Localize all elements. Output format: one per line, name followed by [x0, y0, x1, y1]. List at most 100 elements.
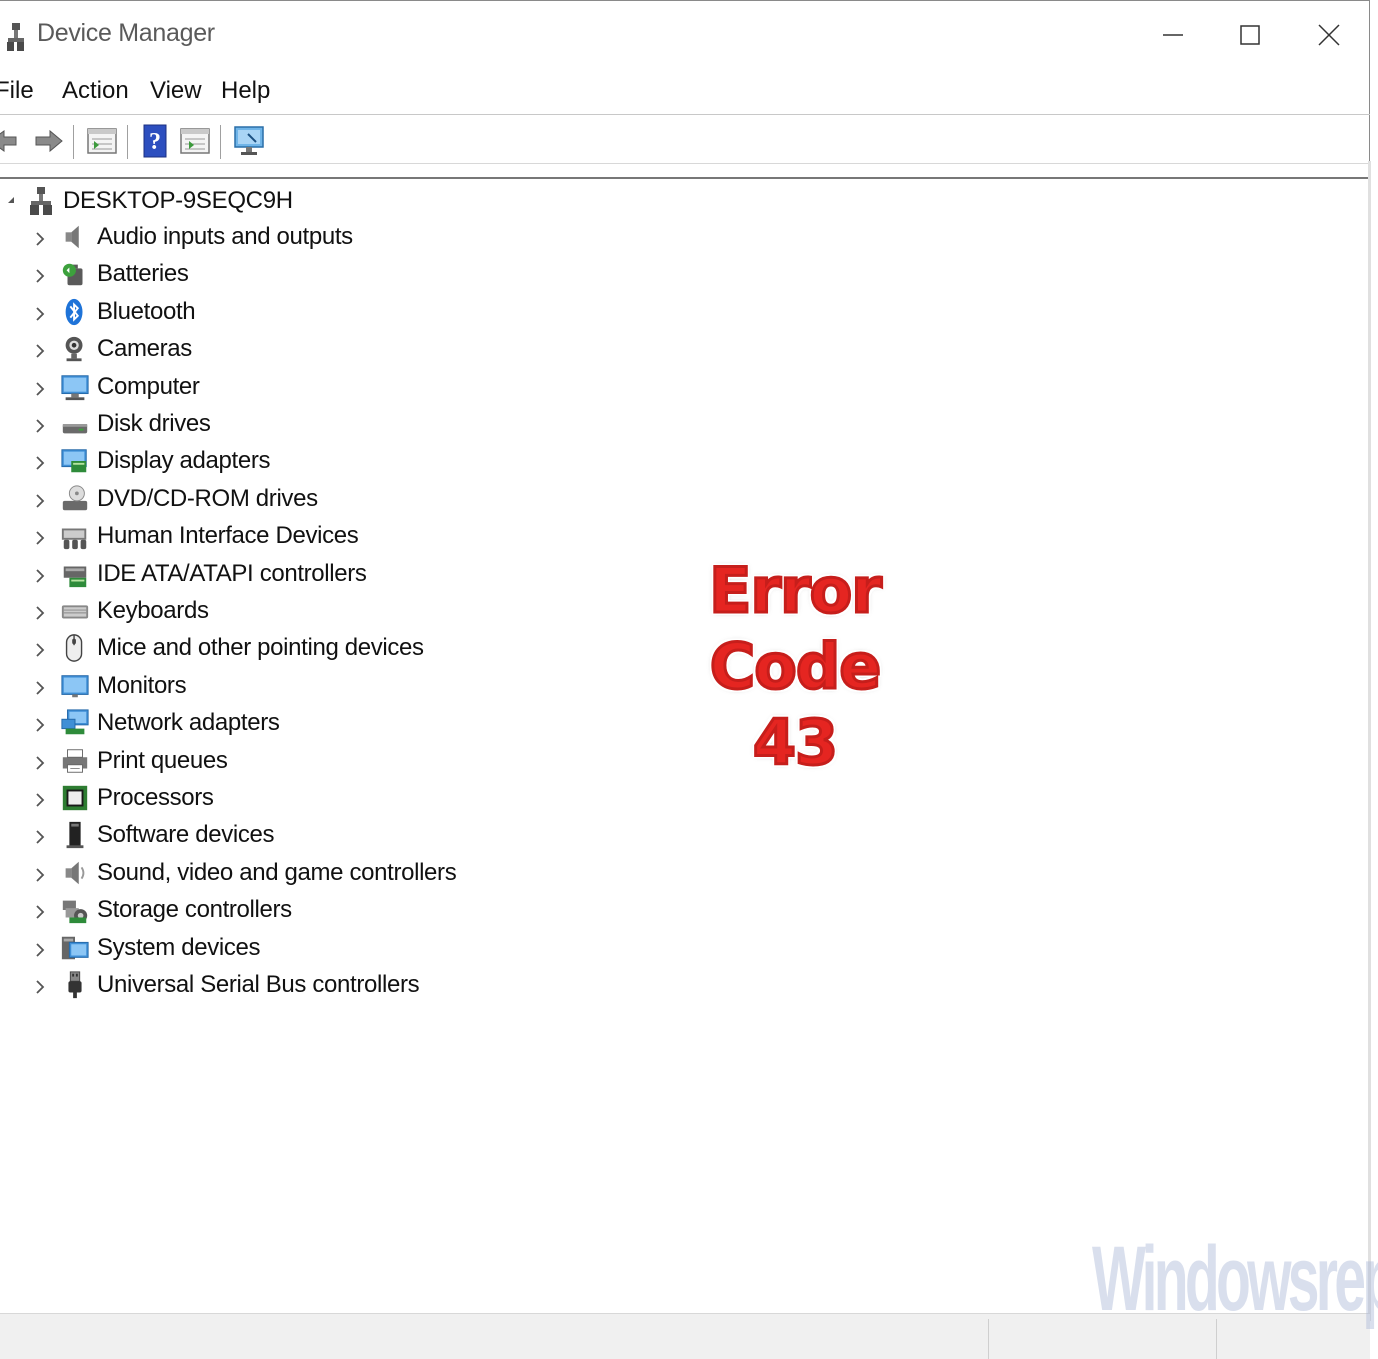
tree-node[interactable]: System devices	[0, 930, 500, 966]
hid-icon	[61, 528, 87, 550]
update-driver-button[interactable]	[179, 123, 211, 159]
maximize-button[interactable]	[1219, 9, 1281, 61]
chevron-right-icon[interactable]	[33, 678, 47, 698]
chevron-right-icon[interactable]	[33, 229, 47, 249]
computer-root-icon	[30, 187, 52, 215]
tree-node-label: Computer	[97, 372, 200, 400]
close-button[interactable]	[1298, 9, 1360, 61]
chevron-right-icon[interactable]	[33, 902, 47, 922]
network-adapter-icon	[61, 709, 89, 735]
tree-node[interactable]: Sound, video and game controllers	[0, 855, 500, 891]
ide-controller-icon	[63, 566, 87, 587]
tree-node[interactable]: Monitors	[0, 668, 500, 704]
toolbar-divider	[0, 163, 1370, 164]
update-driver-icon	[180, 128, 210, 154]
help-icon: ?	[143, 124, 167, 158]
properties-icon	[87, 128, 117, 154]
chevron-right-icon[interactable]	[33, 977, 47, 997]
overlay-line-error: Error	[708, 553, 884, 629]
chevron-right-icon[interactable]	[33, 566, 47, 586]
svg-text:?: ?	[149, 129, 161, 155]
chevron-right-icon[interactable]	[33, 790, 47, 810]
watermark-text: Windowsreport	[1092, 1228, 1378, 1330]
status-bar-divider	[988, 1319, 989, 1359]
chevron-right-icon[interactable]	[33, 453, 47, 473]
chevron-right-icon[interactable]	[33, 865, 47, 885]
tree-node[interactable]: Mice and other pointing devices	[0, 630, 500, 666]
tree-node[interactable]: Keyboards	[0, 593, 500, 629]
disk-drive-icon	[62, 424, 88, 434]
tree-node[interactable]: Processors	[0, 780, 500, 816]
tree-node-label: Display adapters	[97, 447, 271, 475]
toolbar-separator	[73, 125, 74, 159]
menu-help[interactable]: Help	[221, 77, 270, 105]
dvd-drive-icon	[62, 485, 88, 511]
forward-button[interactable]	[34, 123, 64, 159]
chevron-right-icon[interactable]	[33, 603, 47, 623]
minimize-button[interactable]	[1142, 9, 1204, 61]
tree-node[interactable]: Universal Serial Bus controllers	[0, 967, 500, 1003]
chevron-right-icon[interactable]	[33, 304, 47, 324]
toolbar-separator	[127, 125, 128, 159]
chevron-right-icon[interactable]	[33, 827, 47, 847]
chevron-right-icon[interactable]	[33, 940, 47, 960]
computer-icon	[61, 374, 89, 400]
system-devices-icon	[61, 936, 89, 959]
menu-action[interactable]: Action	[62, 77, 129, 105]
tree-node[interactable]: Computer	[0, 369, 500, 405]
tree-node[interactable]: Software devices	[0, 817, 500, 853]
chevron-right-icon[interactable]	[33, 715, 47, 735]
tree-root-computer[interactable]: DESKTOP-9SEQC9H	[0, 183, 400, 219]
tree-node-label: Sound, video and game controllers	[97, 858, 457, 886]
chevron-right-icon[interactable]	[33, 266, 47, 286]
menu-file[interactable]: File	[0, 77, 34, 105]
tree-node[interactable]: DVD/CD-ROM drives	[0, 481, 500, 517]
chevron-right-icon[interactable]	[33, 491, 47, 511]
maximize-icon	[1240, 25, 1260, 45]
scroll-edge	[1368, 161, 1371, 1321]
tree-node[interactable]: Human Interface Devices	[0, 518, 500, 554]
chevron-right-icon[interactable]	[33, 753, 47, 773]
expanded-caret-icon[interactable]	[6, 195, 16, 205]
device-manager-app-icon	[6, 21, 26, 53]
tree-node[interactable]: Display adapters	[0, 443, 500, 479]
chevron-right-icon[interactable]	[33, 379, 47, 399]
scan-hardware-button[interactable]	[232, 123, 266, 159]
tree-node-label: Audio inputs and outputs	[97, 223, 353, 250]
battery-icon	[62, 264, 83, 286]
title-bar: Device Manager	[0, 1, 1369, 69]
tree-node-label: System devices	[97, 933, 261, 961]
chevron-right-icon[interactable]	[33, 416, 47, 436]
chevron-right-icon[interactable]	[33, 341, 47, 361]
printer-icon	[62, 748, 88, 773]
tree-node[interactable]: IDE ATA/ATAPI controllers	[0, 556, 500, 592]
help-button[interactable]: ?	[140, 123, 170, 159]
tree-node[interactable]: Audio inputs and outputs	[0, 219, 500, 255]
tree-node-label: Network adapters	[97, 709, 280, 737]
back-button[interactable]	[0, 123, 26, 159]
tree-node-label: Batteries	[97, 260, 189, 288]
tree-node[interactable]: Batteries	[0, 256, 500, 292]
menu-bar: File Action View Help	[0, 71, 1369, 113]
tree-node-label: DVD/CD-ROM drives	[97, 484, 318, 512]
keyboard-icon	[61, 605, 89, 619]
monitor-icon	[61, 675, 89, 698]
minimize-icon	[1163, 34, 1183, 36]
chevron-right-icon[interactable]	[33, 640, 47, 660]
menu-view[interactable]: View	[150, 77, 202, 105]
scan-hardware-icon	[234, 126, 264, 155]
usb-icon	[68, 971, 82, 999]
storage-controller-icon	[62, 900, 88, 924]
tree-node[interactable]: Storage controllers	[0, 892, 500, 928]
tree-node[interactable]: Network adapters	[0, 705, 500, 741]
tree-node-label: Software devices	[97, 821, 275, 849]
tree-node-label: Disk drives	[97, 410, 211, 437]
tree-node-label: Mice and other pointing devices	[97, 634, 424, 662]
tree-node[interactable]: Bluetooth	[0, 294, 500, 330]
properties-button[interactable]	[86, 123, 118, 159]
tree-node[interactable]: Disk drives	[0, 406, 500, 442]
tree-node[interactable]: Cameras	[0, 331, 500, 367]
windowsreport-watermark: Windowsreport	[1092, 1221, 1378, 1341]
chevron-right-icon[interactable]	[33, 528, 47, 548]
tree-node[interactable]: Print queues	[0, 743, 500, 779]
